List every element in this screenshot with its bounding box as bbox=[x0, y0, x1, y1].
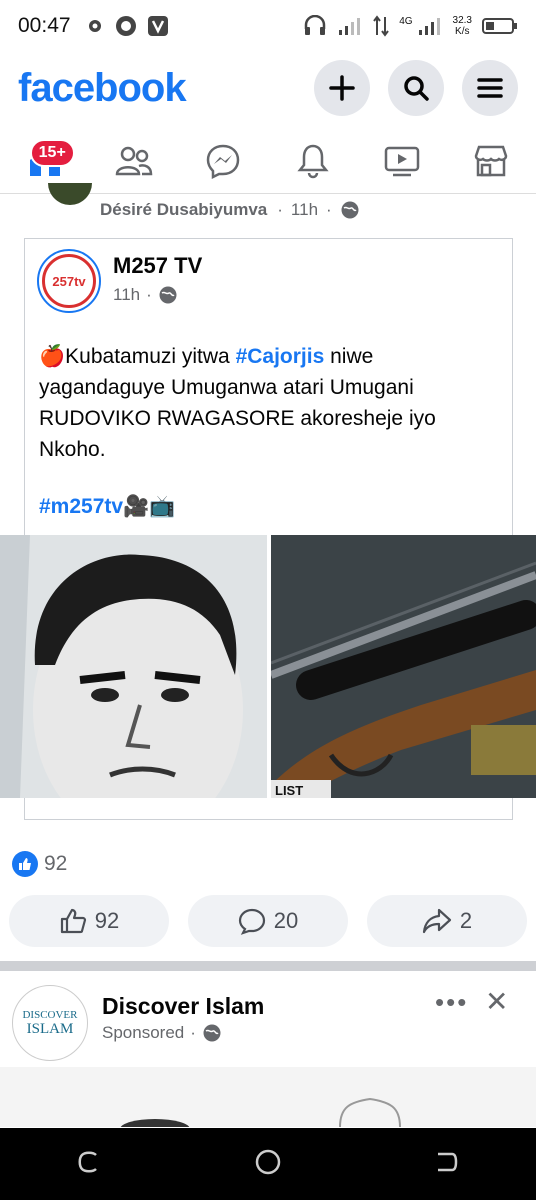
globe-icon bbox=[203, 1024, 221, 1042]
tag-emoji: 🎥📺 bbox=[123, 495, 176, 518]
status-time: 00:47 bbox=[18, 14, 71, 37]
search-button[interactable] bbox=[388, 60, 444, 116]
portrait-image bbox=[0, 535, 267, 798]
back-button[interactable] bbox=[434, 1149, 460, 1180]
post-header: 257tv bbox=[37, 249, 101, 313]
comment-count: 20 bbox=[273, 908, 299, 933]
marketplace-icon bbox=[475, 145, 508, 176]
home-circle-icon bbox=[255, 1149, 281, 1174]
menu-button[interactable] bbox=[462, 60, 518, 116]
share-count: 2 bbox=[459, 908, 473, 933]
reaction-summary[interactable]: 92 bbox=[12, 851, 67, 877]
vpn-icon bbox=[147, 16, 168, 36]
tab-marketplace[interactable] bbox=[456, 131, 526, 191]
status-right-icons: 4G 32.3 K/s bbox=[303, 15, 518, 37]
post-photos: LIST bbox=[0, 535, 536, 798]
signal-icon bbox=[339, 18, 361, 35]
like-count: 92 bbox=[94, 908, 120, 933]
avatar-logo: 257tv bbox=[42, 254, 96, 308]
share-button[interactable]: 2 bbox=[367, 895, 527, 947]
rifle-photo[interactable]: LIST bbox=[271, 535, 536, 798]
sponsored-post: DISCOVER ISLAM Discover Islam Sponsored … bbox=[0, 975, 536, 1139]
plus-icon bbox=[329, 75, 355, 101]
meta-dot: · bbox=[146, 285, 152, 304]
meta-dot: · bbox=[190, 1023, 196, 1042]
tab-watch[interactable] bbox=[367, 131, 437, 191]
back-icon bbox=[438, 1152, 458, 1171]
header-buttons bbox=[314, 60, 518, 116]
home-button[interactable] bbox=[254, 1148, 282, 1181]
recents-icon bbox=[78, 1151, 97, 1172]
post-tags: #m257tv🎥📺 bbox=[39, 495, 175, 519]
advertiser-avatar[interactable]: DISCOVER ISLAM bbox=[12, 985, 88, 1061]
facebook-logo[interactable]: facebook bbox=[18, 66, 187, 111]
avatar[interactable] bbox=[48, 183, 92, 205]
notifications-icon bbox=[297, 144, 329, 178]
status-bar: 00:47 4G 32.3 K/s bbox=[0, 0, 536, 52]
reaction-count: 92 bbox=[44, 852, 68, 875]
post-text: 🍎Kubatamuzi yitwa #Cajorjis niwe yaganda… bbox=[39, 341, 499, 465]
tab-friends[interactable] bbox=[99, 131, 169, 191]
meta-dot: · bbox=[277, 200, 283, 219]
like-reaction-icon bbox=[12, 851, 38, 877]
battery-icon bbox=[482, 18, 517, 34]
share-icon bbox=[422, 908, 451, 934]
feed-divider bbox=[0, 961, 536, 971]
status-left-icons bbox=[85, 15, 169, 37]
page-avatar[interactable]: 257tv bbox=[37, 249, 101, 313]
network-speed: 32.3 K/s bbox=[452, 15, 472, 37]
sponsored-label[interactable]: Sponsored bbox=[102, 1023, 184, 1043]
comment-icon bbox=[238, 908, 265, 935]
post-meta: 11h · bbox=[113, 285, 178, 305]
friends-icon bbox=[115, 146, 153, 175]
photo-caption: LIST bbox=[275, 783, 303, 798]
recents-button[interactable] bbox=[76, 1149, 102, 1180]
ad-meta: Sponsored · bbox=[102, 1023, 222, 1043]
advertiser-name[interactable]: Discover Islam bbox=[102, 993, 264, 1020]
like-button[interactable]: 92 bbox=[9, 895, 169, 947]
hashtag-link[interactable]: #Cajorjis bbox=[236, 345, 325, 368]
system-navigation-bar bbox=[0, 1128, 536, 1200]
ad-media-image bbox=[120, 1097, 401, 1139]
shared-by-row: Désiré Dusabiyumva · 11h · bbox=[0, 183, 536, 225]
thumbs-up-icon bbox=[60, 908, 86, 934]
tab-notifications[interactable] bbox=[278, 131, 348, 191]
page-name[interactable]: M257 TV bbox=[113, 253, 202, 279]
tab-home[interactable]: 15+ bbox=[10, 131, 80, 191]
menu-icon bbox=[477, 78, 503, 98]
headphones-icon bbox=[304, 15, 326, 35]
apple-emoji: 🍎 bbox=[39, 345, 66, 368]
search-icon bbox=[404, 76, 429, 101]
globe-icon bbox=[341, 201, 359, 219]
author-name[interactable]: Désiré Dusabiyumva bbox=[100, 200, 267, 220]
meta-dot-2: · bbox=[326, 200, 332, 219]
network-type: 4G bbox=[399, 15, 413, 27]
hashtag-link[interactable]: #m257tv bbox=[39, 495, 123, 518]
ad-media[interactable] bbox=[0, 1067, 536, 1139]
rifle-image: LIST bbox=[271, 535, 536, 798]
settings-icon bbox=[88, 20, 101, 32]
globe-icon bbox=[159, 286, 177, 304]
post-time[interactable]: 11h bbox=[291, 200, 318, 220]
tab-messenger[interactable] bbox=[188, 131, 258, 191]
close-button[interactable]: ✕ bbox=[485, 985, 508, 1018]
comment-button[interactable]: 20 bbox=[188, 895, 348, 947]
text-prefix: Kubatamuzi yitwa bbox=[65, 345, 236, 368]
messenger-icon bbox=[207, 144, 240, 179]
notification-badge: 15+ bbox=[29, 138, 75, 167]
post-actions: 92 20 2 bbox=[9, 895, 527, 947]
data-arrows-icon bbox=[373, 15, 389, 37]
more-options-button[interactable]: ••• bbox=[435, 987, 468, 1018]
signal-icon-2 bbox=[418, 18, 440, 35]
app-header: facebook bbox=[0, 52, 536, 124]
watch-icon bbox=[384, 146, 420, 176]
app-icon bbox=[115, 16, 136, 36]
post-time[interactable]: 11h bbox=[113, 285, 140, 305]
portrait-photo[interactable] bbox=[0, 535, 267, 798]
create-button[interactable] bbox=[314, 60, 370, 116]
